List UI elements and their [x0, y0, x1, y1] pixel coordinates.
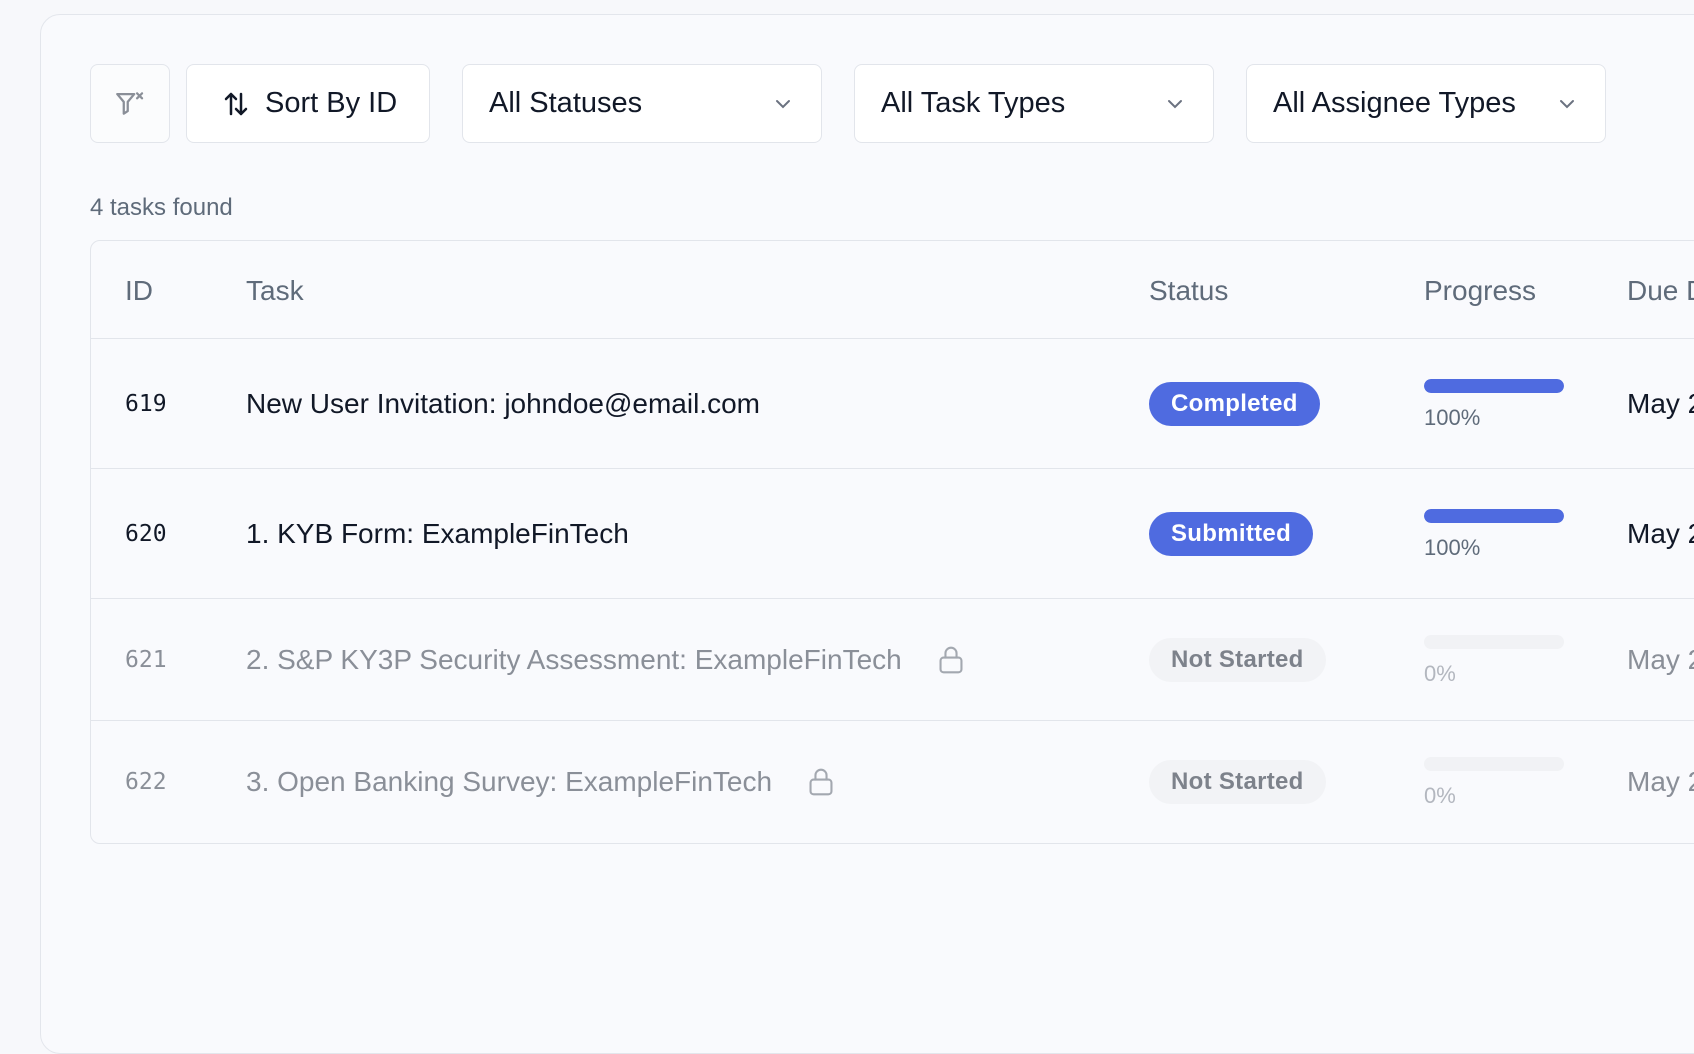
task-id: 622 — [125, 769, 167, 795]
progress-fill — [1424, 509, 1564, 523]
results-count: 4 tasks found — [90, 194, 233, 221]
header-progress[interactable]: Progress — [1424, 275, 1536, 307]
progress-bar — [1424, 509, 1564, 523]
due-date: May 2 — [1627, 517, 1694, 549]
header-task[interactable]: Task — [246, 275, 304, 307]
progress-fill — [1424, 379, 1564, 393]
due-date: May 2 — [1627, 643, 1694, 675]
status-badge: Completed — [1149, 381, 1320, 426]
header-id[interactable]: ID — [125, 275, 153, 307]
task-name-text: New User Invitation: johndoe@email.com — [246, 387, 760, 419]
task-name: 1. KYB Form: ExampleFinTech — [246, 518, 629, 550]
progress-label: 0% — [1424, 661, 1456, 686]
status-cell: Completed — [1149, 381, 1320, 426]
progress-label: 100% — [1424, 405, 1481, 430]
sort-arrows-icon — [224, 92, 248, 115]
status-badge: Submitted — [1149, 511, 1314, 556]
task-name: 3. Open Banking Survey: ExampleFinTech — [246, 766, 836, 798]
chevron-down-icon — [1560, 99, 1574, 108]
progress-cell: 0% — [1424, 635, 1564, 687]
due-date: May 2 — [1627, 387, 1694, 419]
task-name-text: 3. Open Banking Survey: ExampleFinTech — [246, 766, 773, 797]
task-type-select-value: All Task Types — [881, 87, 1066, 119]
table-row[interactable]: 620 1. KYB Form: ExampleFinTech Submitte… — [91, 469, 1694, 599]
task-name-text: 2. S&P KY3P Security Assessment: Example… — [246, 643, 902, 675]
assignee-type-select-value: All Assignee Types — [1273, 87, 1516, 119]
sort-button-label: Sort By ID — [265, 87, 398, 119]
table-row[interactable]: 622 3. Open Banking Survey: ExampleFinTe… — [91, 721, 1694, 843]
task-name: New User Invitation: johndoe@email.com — [246, 388, 760, 420]
due-date: May 2 — [1627, 766, 1694, 797]
filter-clear-icon — [116, 91, 144, 115]
chevron-down-icon — [1168, 99, 1182, 108]
lock-icon — [939, 646, 963, 673]
status-cell: Not Started — [1149, 637, 1326, 682]
task-id: 620 — [125, 520, 167, 547]
table-row[interactable]: 621 2. S&P KY3P Security Assessment: Exa… — [91, 599, 1694, 721]
task-name: 2. S&P KY3P Security Assessment: Example… — [246, 644, 966, 676]
header-status[interactable]: Status — [1149, 275, 1228, 307]
assignee-type-select[interactable]: All Assignee Types — [1246, 64, 1606, 143]
status-cell: Not Started — [1149, 760, 1326, 804]
status-badge: Not Started — [1149, 760, 1326, 804]
progress-bar — [1424, 379, 1564, 393]
status-select[interactable]: All Statuses — [462, 64, 822, 143]
progress-label: 0% — [1424, 783, 1456, 808]
progress-cell: 0% — [1424, 757, 1564, 809]
progress-bar — [1424, 635, 1564, 649]
header-due-date[interactable]: Due D — [1627, 275, 1694, 307]
table-header: ID Task Status Progress Due D — [91, 241, 1694, 339]
sort-by-id-button[interactable]: Sort By ID — [186, 64, 430, 143]
task-id: 621 — [125, 646, 167, 673]
progress-cell: 100% — [1424, 509, 1564, 561]
clear-filters-button[interactable] — [90, 64, 170, 143]
task-type-select[interactable]: All Task Types — [854, 64, 1214, 143]
progress-cell: 100% — [1424, 379, 1564, 431]
task-name-text: 1. KYB Form: ExampleFinTech — [246, 517, 629, 549]
lock-icon — [809, 768, 833, 796]
progress-bar — [1424, 757, 1564, 771]
task-table: ID Task Status Progress Due D 619 New Us… — [90, 240, 1694, 844]
task-id: 619 — [125, 390, 167, 417]
table-row[interactable]: 619 New User Invitation: johndoe@email.c… — [91, 339, 1694, 469]
status-cell: Submitted — [1149, 511, 1314, 556]
status-badge: Not Started — [1149, 637, 1326, 682]
progress-label: 100% — [1424, 535, 1481, 560]
status-select-value: All Statuses — [489, 87, 643, 119]
chevron-down-icon — [776, 99, 790, 108]
